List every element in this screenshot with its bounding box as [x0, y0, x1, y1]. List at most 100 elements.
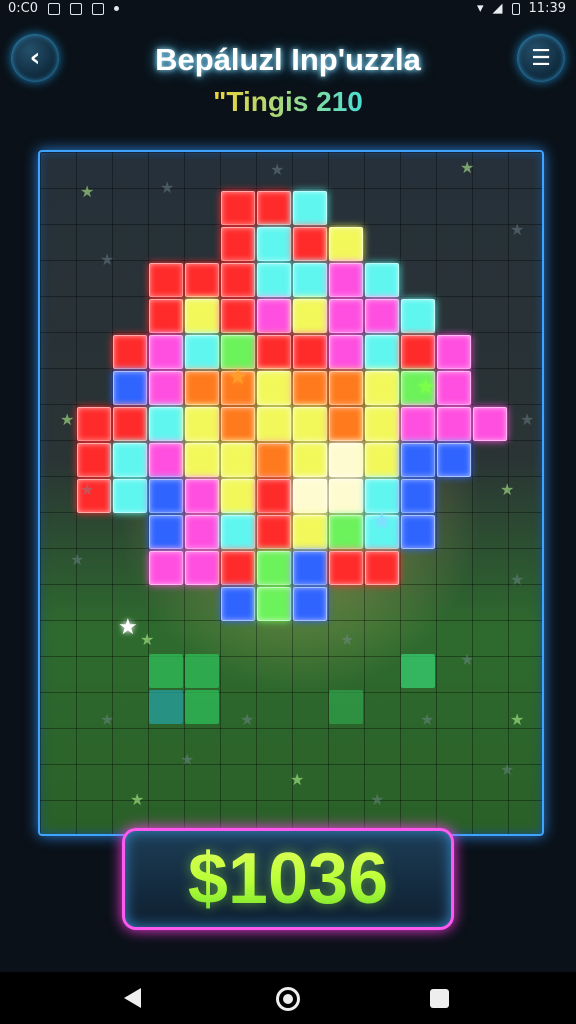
board-tile[interactable]: [221, 263, 255, 297]
board-tile[interactable]: [221, 515, 255, 549]
board-tile[interactable]: [221, 443, 255, 477]
board-tile[interactable]: [185, 263, 219, 297]
board-tile[interactable]: [185, 551, 219, 585]
board-tile[interactable]: [221, 587, 255, 621]
board-tile[interactable]: [329, 371, 363, 405]
board-tile[interactable]: [221, 551, 255, 585]
board-tile[interactable]: [293, 587, 327, 621]
board-tile[interactable]: [257, 263, 291, 297]
board-tile[interactable]: [185, 335, 219, 369]
board-tile[interactable]: [221, 407, 255, 441]
board-tile[interactable]: [257, 443, 291, 477]
board-tile[interactable]: [401, 299, 435, 333]
board-tile[interactable]: [329, 551, 363, 585]
board-tile[interactable]: [149, 263, 183, 297]
board-tile[interactable]: [365, 371, 399, 405]
board-tile[interactable]: [293, 443, 327, 477]
board-tile[interactable]: [113, 479, 147, 513]
board-tile[interactable]: [365, 479, 399, 513]
board-tile[interactable]: [77, 443, 111, 477]
board-tile[interactable]: [185, 515, 219, 549]
board-tile[interactable]: [185, 407, 219, 441]
board-tile[interactable]: [185, 371, 219, 405]
board-tile[interactable]: [257, 191, 291, 225]
board-tile[interactable]: [401, 479, 435, 513]
board-tile[interactable]: [401, 335, 435, 369]
board-tile[interactable]: [401, 407, 435, 441]
board-tile[interactable]: [257, 371, 291, 405]
board-tile[interactable]: [149, 515, 183, 549]
nav-back-icon[interactable]: [124, 988, 141, 1008]
board-tile[interactable]: [185, 443, 219, 477]
board-tile[interactable]: [473, 407, 507, 441]
board-tile[interactable]: [149, 299, 183, 333]
board-tile[interactable]: [293, 515, 327, 549]
board-tile[interactable]: [149, 335, 183, 369]
board-tile[interactable]: [221, 299, 255, 333]
board-tile[interactable]: [437, 407, 471, 441]
nav-recents-icon[interactable]: [430, 989, 449, 1008]
board-tile[interactable]: [329, 299, 363, 333]
board-tile[interactable]: [113, 443, 147, 477]
board-tile[interactable]: [185, 299, 219, 333]
board-tile[interactable]: [257, 299, 291, 333]
board-tile[interactable]: [329, 227, 363, 261]
board-tile[interactable]: [329, 263, 363, 297]
board-tile[interactable]: [113, 371, 147, 405]
board-tile[interactable]: [293, 191, 327, 225]
nav-home-icon[interactable]: [276, 987, 300, 1011]
board-tile[interactable]: [221, 227, 255, 261]
board-tile[interactable]: [293, 407, 327, 441]
board-tile[interactable]: [257, 407, 291, 441]
board-tile[interactable]: [365, 443, 399, 477]
board-tile[interactable]: [293, 335, 327, 369]
board-tile[interactable]: [185, 654, 219, 688]
menu-button[interactable]: ☰: [517, 34, 565, 82]
board-tile[interactable]: [329, 690, 363, 724]
board-tile[interactable]: [149, 443, 183, 477]
board-tile[interactable]: [149, 479, 183, 513]
board-tile[interactable]: [401, 654, 435, 688]
board-tile[interactable]: [257, 227, 291, 261]
board-tile[interactable]: [113, 335, 147, 369]
board-tile[interactable]: [257, 587, 291, 621]
board-tile[interactable]: [257, 479, 291, 513]
board-tile[interactable]: [365, 299, 399, 333]
puzzle-board[interactable]: ★ ★ ★ ★ ★ ★ ★ ★ ★ ★ ★ ★ ★ ★ ★ ★ ★ ★ ★ ★ ★ ★ ★ ★ ★ ★ ★ ★: [38, 150, 544, 836]
board-tile[interactable]: [365, 335, 399, 369]
board-tile[interactable]: [293, 371, 327, 405]
board-tile[interactable]: [401, 443, 435, 477]
board-tile[interactable]: [365, 263, 399, 297]
board-tile[interactable]: [365, 551, 399, 585]
board-tile[interactable]: [365, 407, 399, 441]
board-tile[interactable]: [257, 515, 291, 549]
board-tile[interactable]: [257, 335, 291, 369]
board-tile[interactable]: [293, 551, 327, 585]
board-tile[interactable]: [329, 479, 363, 513]
board-tile[interactable]: [149, 654, 183, 688]
board-tile[interactable]: [329, 443, 363, 477]
board-tile[interactable]: [77, 407, 111, 441]
board-tile[interactable]: [293, 263, 327, 297]
board-tile[interactable]: [437, 335, 471, 369]
board-tile[interactable]: [293, 227, 327, 261]
board-tile[interactable]: [329, 407, 363, 441]
board-tile[interactable]: [149, 551, 183, 585]
board-tile[interactable]: [293, 479, 327, 513]
board-tile[interactable]: [221, 335, 255, 369]
board-tile[interactable]: [185, 690, 219, 724]
board-tile[interactable]: [149, 407, 183, 441]
board-tile[interactable]: [329, 335, 363, 369]
board-tile[interactable]: [401, 515, 435, 549]
board-tile[interactable]: [149, 371, 183, 405]
board-tile[interactable]: [437, 371, 471, 405]
board-tile[interactable]: [257, 551, 291, 585]
board-tile[interactable]: [149, 690, 183, 724]
board-tile[interactable]: [113, 407, 147, 441]
board-tile[interactable]: [221, 191, 255, 225]
board-tile[interactable]: [329, 515, 363, 549]
board-tile[interactable]: [437, 443, 471, 477]
board-tile[interactable]: [293, 299, 327, 333]
board-tile[interactable]: [185, 479, 219, 513]
board-tile[interactable]: [221, 479, 255, 513]
